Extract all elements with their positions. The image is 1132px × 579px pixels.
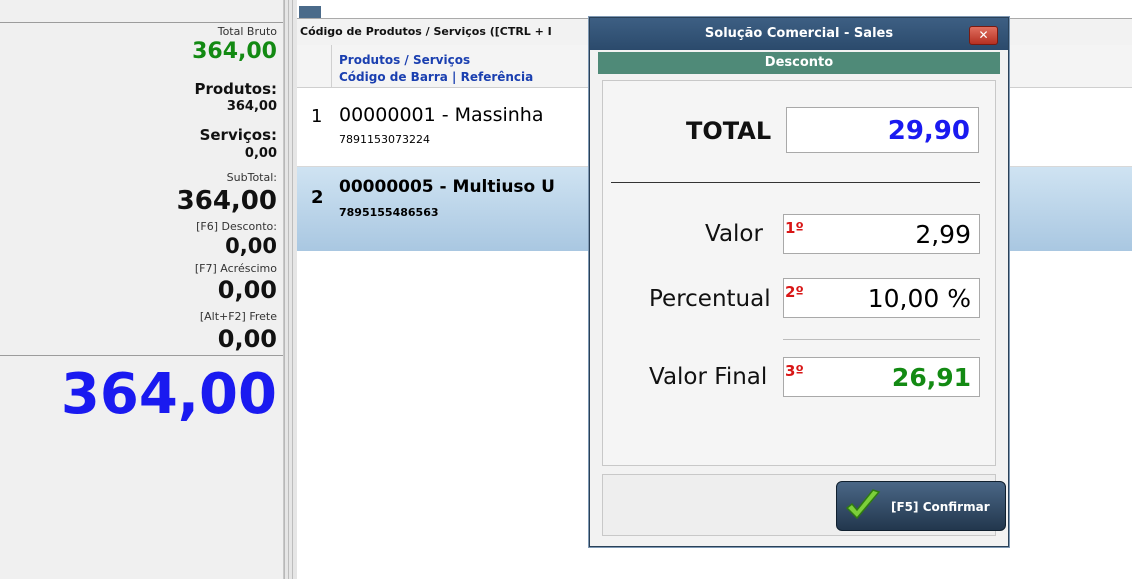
grand-total: 364,00 bbox=[60, 362, 277, 427]
close-icon[interactable]: ✕ bbox=[969, 26, 998, 45]
total-bruto-label: Total Bruto bbox=[217, 25, 277, 38]
total-field[interactable]: 29,90 bbox=[786, 107, 979, 153]
header-barcode-label: Código de Barra | Referência bbox=[339, 70, 534, 84]
divider bbox=[0, 22, 283, 23]
divider bbox=[0, 355, 283, 356]
percentual-order-badge: 2º bbox=[785, 283, 804, 301]
produtos-label: Produtos: bbox=[194, 80, 277, 98]
desconto-value: 0,00 bbox=[225, 234, 277, 258]
dialog-footer: [F5] Confirmar bbox=[602, 474, 1006, 536]
frete-value: 0,00 bbox=[217, 325, 277, 353]
confirm-button[interactable]: [F5] Confirmar bbox=[836, 481, 1006, 531]
dialog-title[interactable]: Solução Comercial - Sales bbox=[590, 18, 1008, 50]
acrescimo-label[interactable]: [F7] Acréscimo bbox=[195, 262, 277, 275]
divider bbox=[783, 339, 980, 340]
valor-final-order-badge: 3º bbox=[785, 362, 804, 380]
subtotal-label: SubTotal: bbox=[226, 171, 277, 184]
servicos-value: 0,00 bbox=[244, 146, 277, 161]
scroll-handle[interactable] bbox=[299, 6, 321, 18]
subtotal-value: 364,00 bbox=[176, 186, 277, 216]
panel-splitter[interactable] bbox=[284, 0, 298, 579]
divider bbox=[611, 182, 980, 183]
desconto-label[interactable]: [F6] Desconto: bbox=[196, 220, 277, 233]
produtos-value: 364,00 bbox=[226, 99, 277, 114]
dialog-body: TOTAL 29,90 Valor 2,99 1º Percentual 10,… bbox=[602, 80, 996, 466]
dialog-subtitle: Desconto bbox=[598, 52, 1000, 74]
confirm-label: [F5] Confirmar bbox=[891, 500, 990, 514]
valor-field[interactable]: 2,99 bbox=[783, 214, 980, 254]
servicos-label: Serviços: bbox=[199, 126, 277, 144]
frete-label[interactable]: [Alt+F2] Frete bbox=[200, 310, 277, 323]
percentual-field[interactable]: 10,00 % bbox=[783, 278, 980, 318]
valor-order-badge: 1º bbox=[785, 219, 804, 237]
row-index: 1 bbox=[311, 106, 323, 127]
valor-final-field[interactable]: 26,91 bbox=[783, 357, 980, 397]
total-label: TOTAL bbox=[686, 117, 772, 145]
row-barcode: 7891153073224 bbox=[339, 133, 430, 146]
totals-panel: Total Bruto 364,00 Produtos: 364,00 Serv… bbox=[0, 0, 284, 579]
checkmark-icon bbox=[845, 489, 881, 520]
valor-final-label: Valor Final bbox=[649, 364, 768, 390]
percentual-label: Percentual bbox=[649, 286, 771, 312]
row-product-code: 00000001 - Massinha bbox=[339, 104, 544, 126]
row-product-code: 00000005 - Multiuso U bbox=[339, 177, 555, 197]
row-barcode: 7895155486563 bbox=[339, 206, 439, 219]
header-products-label: Produtos / Serviços bbox=[339, 53, 471, 67]
valor-label: Valor bbox=[705, 221, 763, 247]
row-index: 2 bbox=[311, 187, 324, 208]
discount-dialog: Solução Comercial - Sales ✕ Desconto TOT… bbox=[589, 17, 1009, 547]
acrescimo-value: 0,00 bbox=[217, 276, 277, 304]
total-bruto-value: 364,00 bbox=[192, 39, 277, 64]
